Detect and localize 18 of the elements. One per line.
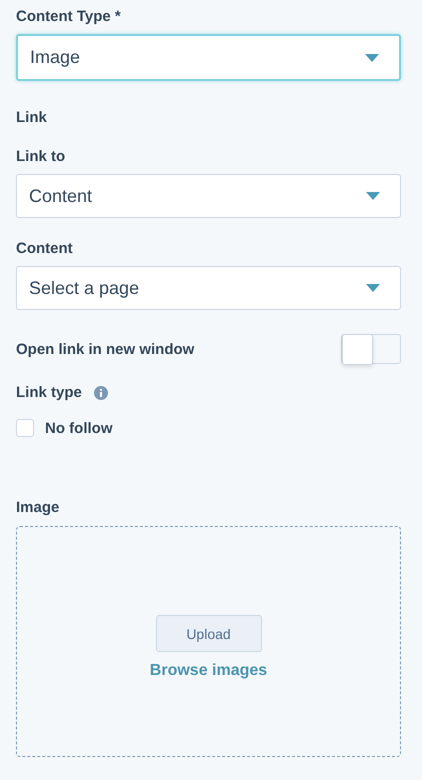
caret-icon xyxy=(366,284,380,292)
toggle-switch[interactable] xyxy=(341,334,401,364)
field-label: Content xyxy=(16,240,74,257)
checkbox[interactable] xyxy=(16,419,34,437)
toggle-label: Open link in new window xyxy=(16,340,194,358)
info-icon xyxy=(94,386,108,400)
field-label: Image xyxy=(16,499,60,516)
field-label: Content Type * xyxy=(16,8,122,25)
checkbox-label: No follow xyxy=(45,420,112,436)
section-title: Link xyxy=(16,109,48,126)
dropdown[interactable]: Content xyxy=(16,174,401,218)
upload-button[interactable]: Upload xyxy=(156,615,262,652)
caret-icon xyxy=(366,192,380,200)
dropdown[interactable]: Select a page xyxy=(16,266,401,310)
dropdown[interactable]: Image xyxy=(16,34,401,81)
field-label: Link to xyxy=(16,148,66,165)
caret-icon xyxy=(365,54,379,62)
field-label: Link type xyxy=(16,384,82,401)
